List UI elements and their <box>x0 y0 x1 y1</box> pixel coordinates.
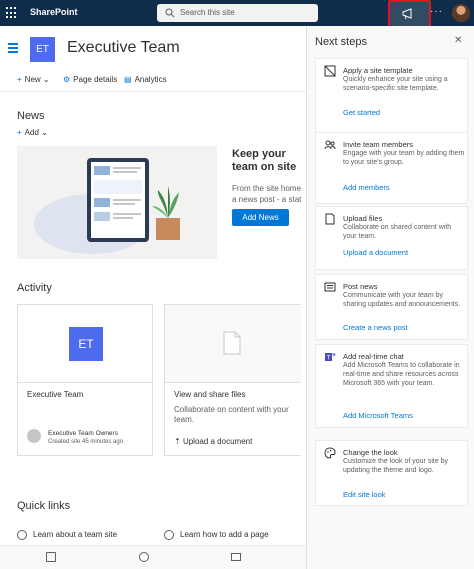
analytics-button[interactable]: ▤ Analytics <box>124 75 167 84</box>
news-heading: News <box>17 110 45 122</box>
analytics-icon: ▤ <box>124 75 132 84</box>
analytics-label: Analytics <box>134 75 167 84</box>
search-placeholder: Search this site <box>180 8 235 17</box>
activity-card-site[interactable]: ET Executive Team Executive Team Owners … <box>17 304 153 456</box>
bottom-app-bar <box>0 545 306 569</box>
tablet-plant-illustration <box>34 158 180 254</box>
command-bar: + New ⌄ ⚙ Page details ▤ Analytics <box>0 70 306 92</box>
new-label: New <box>24 75 41 84</box>
step-description: Communicate with your team by sharing up… <box>343 292 461 308</box>
add-members-link[interactable]: Add members <box>343 183 390 192</box>
activity-card-title: Executive Team <box>27 390 84 399</box>
template-icon <box>324 65 336 77</box>
site-header: ET Executive Team <box>0 26 306 70</box>
news-description-line2: a news post - a stat <box>232 195 302 204</box>
step-title: Change the look <box>343 448 398 457</box>
document-icon <box>223 331 241 355</box>
activity-heading: Activity <box>17 282 52 294</box>
create-news-post-link[interactable]: Create a news post <box>343 323 408 332</box>
next-step-teams[interactable]: T Add real-time chat Add Microsoft Teams… <box>315 344 468 428</box>
activity-card-preview: ET <box>18 305 152 383</box>
upload-document-link[interactable]: ⇡ Upload a document <box>174 437 252 446</box>
menu-icon[interactable] <box>8 43 18 55</box>
step-description: Customize the look of your site by updat… <box>343 458 449 474</box>
person-icon <box>27 429 41 443</box>
quick-link-label: Learn about a team site <box>33 530 118 540</box>
svg-text:T: T <box>326 355 331 362</box>
site-title[interactable]: Executive Team <box>67 39 180 57</box>
next-step-look[interactable]: Change the look Customize the look of yo… <box>315 440 468 506</box>
step-title: Apply a site template <box>343 66 413 75</box>
activity-card-owner: Executive Team Owners <box>48 430 118 437</box>
news-description: From the site home a news post - a stat <box>232 183 306 205</box>
home-icon[interactable] <box>46 552 56 562</box>
new-button[interactable]: + New ⌄ <box>17 75 50 84</box>
activity-card-files[interactable]: View and share files Collaborate on cont… <box>164 304 301 456</box>
plus-icon: + <box>17 75 22 84</box>
activity-card-title: View and share files <box>174 390 246 399</box>
upload-icon: ⇡ <box>174 437 181 446</box>
activity-card-created: Created site 45 minutes ago <box>48 439 124 445</box>
quick-link-item[interactable]: Learn how to add a page <box>164 530 269 540</box>
site-logo[interactable]: ET <box>30 37 55 62</box>
upload-document-link[interactable]: Upload a document <box>343 248 408 257</box>
panel-title: Next steps <box>315 36 367 48</box>
plus-icon: + <box>17 128 22 137</box>
news-keep-title: Keep your team on site <box>232 148 297 173</box>
search-box[interactable]: Search this site <box>157 4 318 22</box>
people-icon <box>324 140 336 150</box>
news-add-label: Add <box>24 128 39 137</box>
search-icon <box>165 8 175 18</box>
globe-icon <box>164 530 174 540</box>
news-description-line1: From the site home <box>232 184 301 193</box>
teams-icon: T <box>325 353 336 362</box>
activity-card-preview <box>165 305 301 383</box>
step-description: Engage with your team by adding them to … <box>343 150 465 166</box>
step-title: Invite team members <box>343 140 414 149</box>
next-step-news[interactable]: Post news Communicate with your team by … <box>315 274 468 340</box>
globe-icon[interactable] <box>139 552 149 562</box>
document-icon <box>325 213 335 225</box>
upload-document-label: Upload a document <box>182 437 253 446</box>
close-icon[interactable]: ✕ <box>454 35 462 46</box>
add-teams-link[interactable]: Add Microsoft Teams <box>343 411 413 420</box>
user-avatar[interactable] <box>452 4 470 22</box>
app-launcher-icon[interactable] <box>6 7 18 19</box>
quick-links-heading: Quick links <box>17 500 71 512</box>
page-details-label: Page details <box>73 75 118 84</box>
edit-site-look-link[interactable]: Edit site look <box>343 490 386 499</box>
step-title: Add real-time chat <box>343 352 404 361</box>
activity-card-description: Collaborate on content with your team. <box>174 405 289 424</box>
step-description: Quickly enhance your site using a scenar… <box>343 76 448 92</box>
step-title: Post news <box>343 282 378 291</box>
chevron-down-icon: ⌄ <box>42 75 50 84</box>
get-started-link[interactable]: Get started <box>343 108 380 117</box>
next-step-members[interactable]: Invite team members Engage with your tea… <box>315 132 468 204</box>
step-title: Upload files <box>343 214 383 223</box>
news-illustration <box>17 146 217 259</box>
gear-icon: ⚙ <box>63 75 71 84</box>
step-description: Collaborate on shared content with your … <box>343 224 452 240</box>
quick-link-item[interactable]: Learn about a team site <box>17 530 117 540</box>
news-add-button[interactable]: + Add ⌄ <box>17 128 48 137</box>
step-description: Add Microsoft Teams to collaborate in re… <box>343 362 460 387</box>
chevron-down-icon: ⌄ <box>41 128 48 137</box>
globe-icon <box>17 530 27 540</box>
quick-link-label: Learn how to add a page <box>180 530 269 540</box>
next-step-upload[interactable]: Upload files Collaborate on shared conte… <box>315 206 468 270</box>
add-news-button[interactable]: Add News <box>232 209 289 226</box>
page-details-button[interactable]: ⚙ Page details <box>63 75 117 84</box>
news-icon <box>324 282 336 292</box>
app-brand-link[interactable]: SharePoint <box>30 7 78 17</box>
next-steps-panel: Next steps ✕ Apply a site template Quick… <box>306 26 474 569</box>
settings-more-icon[interactable]: ··· <box>430 6 443 17</box>
site-logo: ET <box>69 327 103 361</box>
news-icon[interactable] <box>231 553 241 561</box>
megaphone-icon <box>402 8 412 20</box>
palette-icon <box>324 447 336 459</box>
